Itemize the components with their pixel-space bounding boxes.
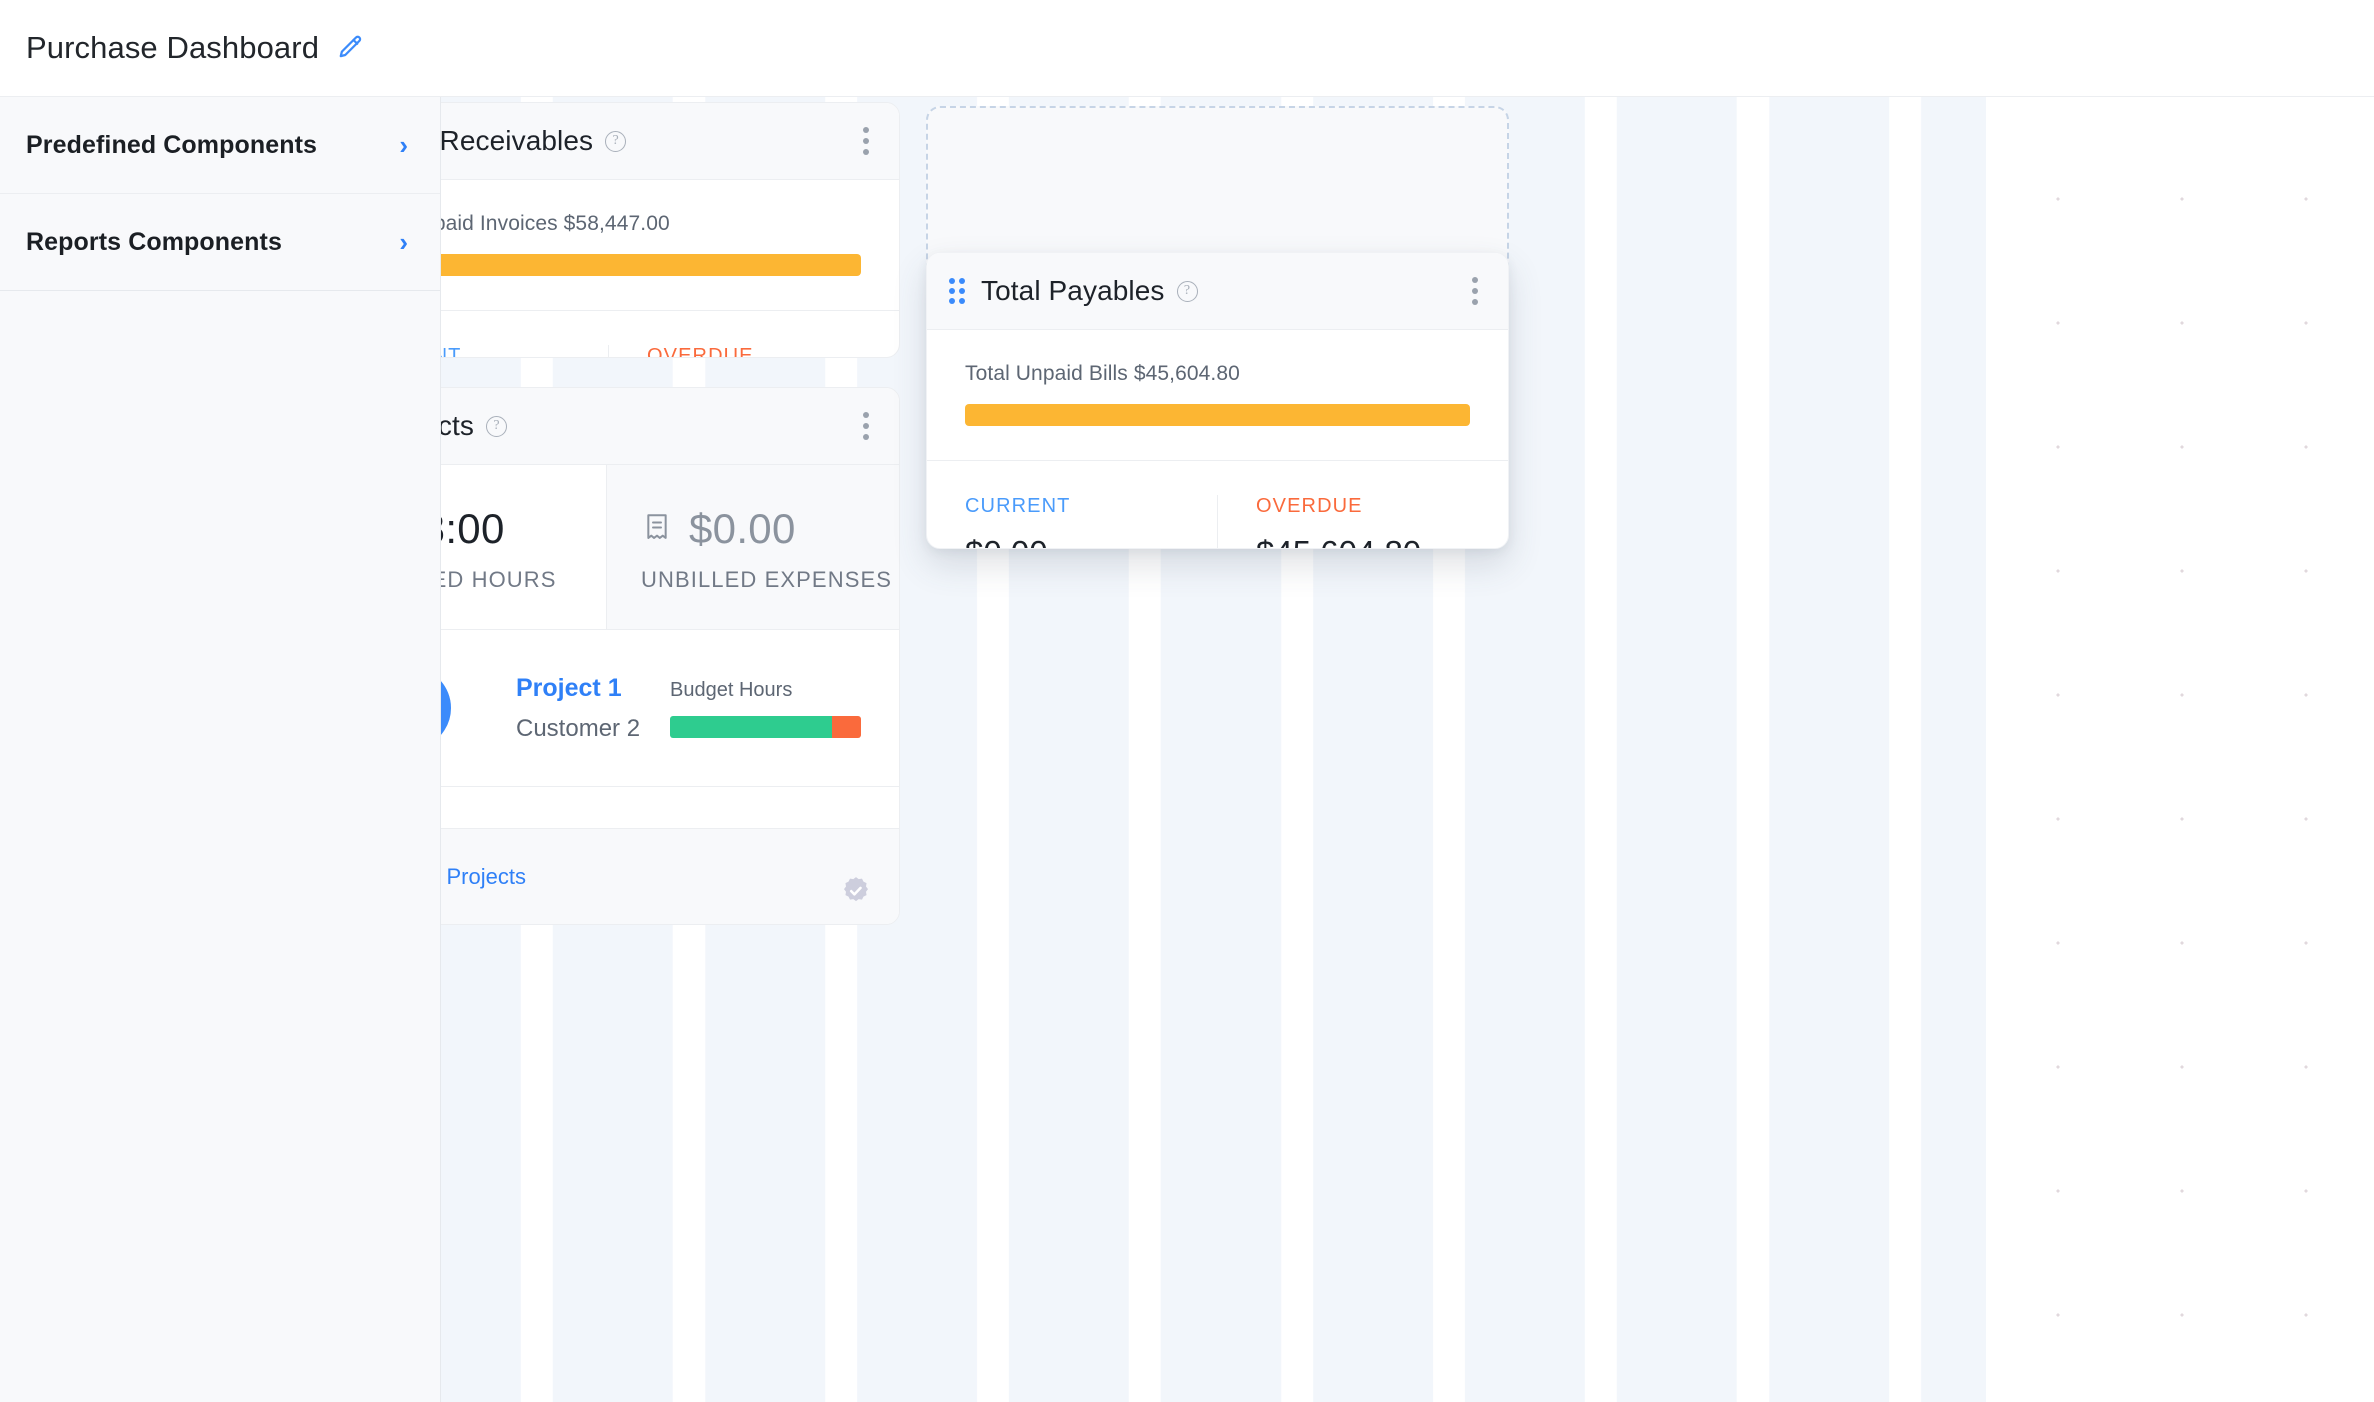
project-customer: Customer 2 bbox=[516, 715, 656, 743]
project-list-item[interactable]: 43% Project 1 Customer 2 Budget Hours bbox=[441, 630, 899, 786]
kebab-menu-icon[interactable] bbox=[853, 406, 873, 446]
receivables-split-row: CURRENT $0.00 OVERDUE $58,447.00 bbox=[441, 311, 899, 358]
sidebar-item-label: Reports Components bbox=[26, 228, 282, 257]
current-label: CURRENT bbox=[965, 495, 1217, 518]
project-progress-donut: 43% bbox=[441, 664, 454, 752]
unpaid-invoices-label: Total Unpaid Invoices $58,447.00 bbox=[441, 212, 861, 236]
overdue-amount: $45,604.80 bbox=[1256, 534, 1421, 549]
unbilled-expenses-top: $0.00 bbox=[641, 505, 899, 553]
unbilled-hours-top: 08:00 bbox=[441, 505, 606, 553]
dashboard-canvas: Total Receivables ? Total Unpaid Invoice… bbox=[441, 97, 2374, 1402]
verified-badge-icon bbox=[839, 874, 873, 908]
overdue-label: OVERDUE bbox=[1256, 495, 1508, 518]
payables-current-col: CURRENT $0.00 bbox=[927, 495, 1217, 549]
unbilled-hours-value: 08:00 bbox=[441, 505, 505, 553]
budget-hours-label: Budget Hours bbox=[670, 679, 861, 702]
payables-overdue-col: OVERDUE $45,604.80 bbox=[1217, 495, 1508, 549]
budget-over-segment bbox=[832, 716, 861, 738]
unpaid-bills-label: Total Unpaid Bills $45,604.80 bbox=[965, 362, 1470, 386]
receivables-current-col: CURRENT $0.00 bbox=[441, 345, 608, 358]
page-title: Purchase Dashboard bbox=[26, 30, 319, 66]
kebab-menu-icon[interactable] bbox=[1462, 271, 1482, 311]
sidebar-item-label: Predefined Components bbox=[26, 131, 317, 160]
project-budget: Budget Hours bbox=[670, 679, 861, 738]
current-amount: $0.00 bbox=[965, 534, 1048, 549]
sidebar-item-predefined-components[interactable]: Predefined Components › bbox=[0, 97, 440, 194]
projects-card: Projects ? 08:00 UNBILLED bbox=[441, 387, 900, 925]
top-header-bar: Purchase Dashboard bbox=[0, 0, 2374, 97]
current-value: $0.00 bbox=[965, 534, 1217, 549]
unbilled-expenses-label: UNBILLED EXPENSES bbox=[641, 567, 899, 593]
total-payables-card: Total Payables ? Total Unpaid Bills $45,… bbox=[926, 252, 1509, 549]
card-header: Total Receivables ? bbox=[441, 103, 899, 180]
unbilled-expenses-value: $0.00 bbox=[689, 505, 796, 553]
dashboard-app: Purchase Dashboard Predefined Components… bbox=[0, 0, 2374, 1402]
show-all-projects-link[interactable]: Show All Projects bbox=[441, 864, 526, 890]
card-header: Projects ? bbox=[441, 388, 899, 465]
chevron-right-icon: › bbox=[399, 132, 408, 158]
budget-used-segment bbox=[670, 716, 832, 738]
overdue-value: $45,604.80 bbox=[1256, 534, 1508, 549]
card-header: Total Payables ? bbox=[927, 253, 1508, 330]
projects-stats-row: 08:00 UNBILLED HOURS $0.00 bbox=[441, 465, 899, 630]
project-name-link[interactable]: Project 1 bbox=[516, 674, 656, 703]
current-label: CURRENT bbox=[441, 345, 608, 358]
pencil-icon[interactable] bbox=[335, 33, 365, 63]
help-circle-icon[interactable]: ? bbox=[486, 416, 507, 437]
card-title: Projects bbox=[441, 410, 474, 442]
projects-card-footer: Show All Projects bbox=[441, 828, 899, 924]
project-progress-value: 43% bbox=[441, 664, 454, 752]
sidebar-item-reports-components[interactable]: Reports Components › bbox=[0, 194, 440, 291]
overdue-label: OVERDUE bbox=[647, 345, 899, 358]
chevron-right-icon: › bbox=[399, 229, 408, 255]
unbilled-expenses-stat: $0.00 UNBILLED EXPENSES bbox=[606, 465, 899, 629]
unpaid-invoices-section: Total Unpaid Invoices $58,447.00 bbox=[441, 180, 899, 311]
sidebar: Predefined Components › Reports Componen… bbox=[0, 97, 441, 1402]
card-title: Total Receivables bbox=[441, 125, 593, 157]
payables-split-row: CURRENT $0.00 OVERDUE $45,604.80 bbox=[927, 461, 1508, 549]
unbilled-hours-label: UNBILLED HOURS bbox=[441, 567, 606, 593]
project-meta: Project 1 Customer 2 bbox=[516, 674, 656, 743]
total-receivables-card: Total Receivables ? Total Unpaid Invoice… bbox=[441, 102, 900, 358]
help-circle-icon[interactable]: ? bbox=[1177, 281, 1198, 302]
unpaid-bills-section: Total Unpaid Bills $45,604.80 bbox=[927, 330, 1508, 461]
kebab-menu-icon[interactable] bbox=[853, 121, 873, 161]
unbilled-hours-stat: 08:00 UNBILLED HOURS bbox=[441, 465, 606, 629]
card-title: Total Payables bbox=[981, 275, 1165, 307]
receivables-overdue-col: OVERDUE $58,447.00 bbox=[608, 345, 899, 358]
unpaid-invoices-bar bbox=[441, 254, 861, 276]
help-circle-icon[interactable]: ? bbox=[605, 131, 626, 152]
dot-grid-background bbox=[1986, 97, 2374, 1402]
receipt-icon bbox=[641, 511, 673, 548]
budget-hours-bar bbox=[670, 716, 861, 738]
drag-handle-icon[interactable] bbox=[949, 278, 965, 304]
unpaid-bills-bar bbox=[965, 404, 1470, 426]
